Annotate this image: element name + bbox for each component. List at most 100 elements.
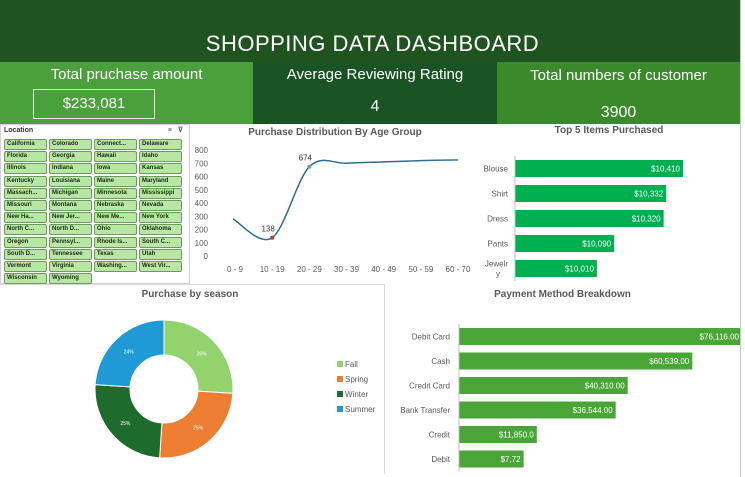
season-slice-label: 25% [120,421,131,427]
payment-bar-label: $76,116.00 [700,333,740,342]
slicer-item[interactable]: California [4,139,47,150]
slicer-item[interactable]: Michigan [49,187,92,199]
y-tick-label: 700 [195,159,209,168]
season-chart-title: Purchase by season [141,289,239,300]
slicer-item[interactable]: Virginia [49,260,92,272]
legend-swatch [337,406,343,412]
items-bar-label: $10,010 [565,265,594,274]
slicer-item[interactable]: Connect... [94,139,137,150]
items-bar-chart: $10,410 Blouse $10,332 Shirt $10,320 Dress $10… [484,156,683,281]
slicer-item[interactable]: Iowa [94,163,137,175]
x-tick-label: 60 - 70 [446,265,471,274]
items-bar-label: $10,410 [651,165,680,174]
slicer-item[interactable]: New York [139,212,182,224]
items-category-label: Dress [487,215,508,224]
x-tick-label: 50 - 59 [408,265,433,274]
slicer-item[interactable]: Tennessee [49,248,92,260]
slicer-item[interactable]: Idaho [139,151,182,163]
age-data-point [307,164,312,169]
slicer-item[interactable]: Oklahoma [139,224,182,236]
slicer-item[interactable]: Kansas [139,163,182,175]
slicer-item[interactable]: Mississippi [139,187,182,199]
payment-bar-label: $40,310.00 [585,382,626,391]
items-category-label: Shirt [492,190,509,199]
slicer-item[interactable]: Georgia [49,151,92,163]
slicer-item[interactable]: Utah [139,248,182,260]
kpi-average-rating-label: Average Reviewing Rating [286,66,464,83]
x-tick-label: 0 - 9 [227,265,244,274]
slicer-item[interactable]: Pennsyl... [49,236,92,248]
slicer-item[interactable]: New Jer... [49,212,92,224]
kpi-average-rating: Average Reviewing Rating 4 [253,62,497,124]
slicer-item[interactable]: Louisiana [49,175,92,187]
payment-bar-label: $36,544.00 [573,406,614,415]
slicer-title: Location [4,127,34,134]
slicer-item[interactable]: Ohio [94,224,137,236]
legend-swatch [337,391,343,397]
location-slicer[interactable]: Location ≡ ⊽ California Colorado Connect..… [0,124,190,285]
slicer-item[interactable]: Kentucky [4,175,47,187]
items-category-label: Jewelr [485,260,508,269]
y-tick-label: 0 [204,252,209,261]
slicer-item[interactable]: Delaware [139,139,182,150]
y-tick-label: 100 [195,239,209,248]
slicer-item[interactable]: New Me... [94,212,137,224]
slicer-item[interactable]: Nevada [139,199,182,211]
slicer-item[interactable]: Illinois [4,163,47,175]
slicer-item[interactable]: Texas [94,248,137,260]
legend-label: Summer [345,405,376,414]
x-tick-label: 10 - 19 [260,265,285,274]
slicer-item[interactable]: Hawaii [94,151,137,163]
slicer-item[interactable]: Minnesota [94,187,137,199]
items-bar-label: $10,320 [632,215,661,224]
slicer-item[interactable]: North C... [4,224,47,236]
payment-bar [459,328,740,345]
season-donut-chart: 26% 25% 25% 24% Fall Spring Winter Summer [94,319,376,459]
slicer-item[interactable]: Oregon [4,236,47,248]
age-data-label: 674 [299,154,313,163]
slicer-item[interactable]: Missouri [4,199,47,211]
payment-category-label: Credit Card [409,382,450,391]
divider [0,284,384,285]
age-chart-title: Purchase Distribution By Age Group [248,127,422,138]
slicer-grid: California Colorado Connect... Delaware Flor… [1,138,189,285]
slicer-item[interactable]: Wyoming [49,273,92,285]
window-edge [740,0,745,477]
payment-bar-chart: $76,116.00 Debit Card $60,539.00 Cash $40,31… [400,324,740,472]
slicer-item[interactable]: Montana [49,199,92,211]
y-tick-label: 200 [195,226,209,235]
slicer-item[interactable]: Rhode Is... [94,236,137,248]
kpi-average-rating-value: 4 [370,98,380,115]
slicer-item[interactable]: Vermont [4,260,47,272]
slicer-item[interactable]: West Vir... [139,260,182,272]
season-slice-label: 24% [124,349,135,355]
slicer-item[interactable]: Maine [94,175,137,187]
payment-category-label: Debit Card [412,333,450,342]
slicer-item[interactable]: South D... [4,248,47,260]
slicer-item[interactable]: North D... [49,224,92,236]
kpi-total-purchase-value: $233,081 [33,89,155,119]
slicer-item[interactable]: Nebraska [94,199,137,211]
x-tick-label: 40 - 49 [371,265,396,274]
legend-label: Winter [345,390,368,399]
slicer-item[interactable]: Florida [4,151,47,163]
dashboard-title: SHOPPING DATA DASHBOARD [0,0,745,62]
slicer-multiselect-filter-icon[interactable]: ≡ ⊽ [168,126,185,134]
y-tick-label: 500 [195,186,209,195]
slicer-item[interactable]: New Ha... [4,212,47,224]
age-data-point [270,235,275,240]
slicer-item[interactable]: Colorado [49,139,92,150]
slicer-item[interactable]: Washing... [94,260,137,272]
x-tick-label: 20 - 29 [297,265,322,274]
slicer-item[interactable]: South C... [139,236,182,248]
legend-swatch [337,376,343,382]
payment-category-label: Bank Transfer [400,406,450,415]
items-bar-label: $10,090 [582,240,611,249]
slicer-item[interactable]: Indiana [49,163,92,175]
items-category-label: Blouse [484,165,509,174]
items-bar-label: $10,332 [634,190,663,199]
slicer-header: Location ≡ ⊽ [1,125,189,138]
slicer-item[interactable]: Wisconsin [4,273,47,285]
slicer-item[interactable]: Massach... [4,187,47,199]
slicer-item[interactable]: Maryland [139,175,182,187]
